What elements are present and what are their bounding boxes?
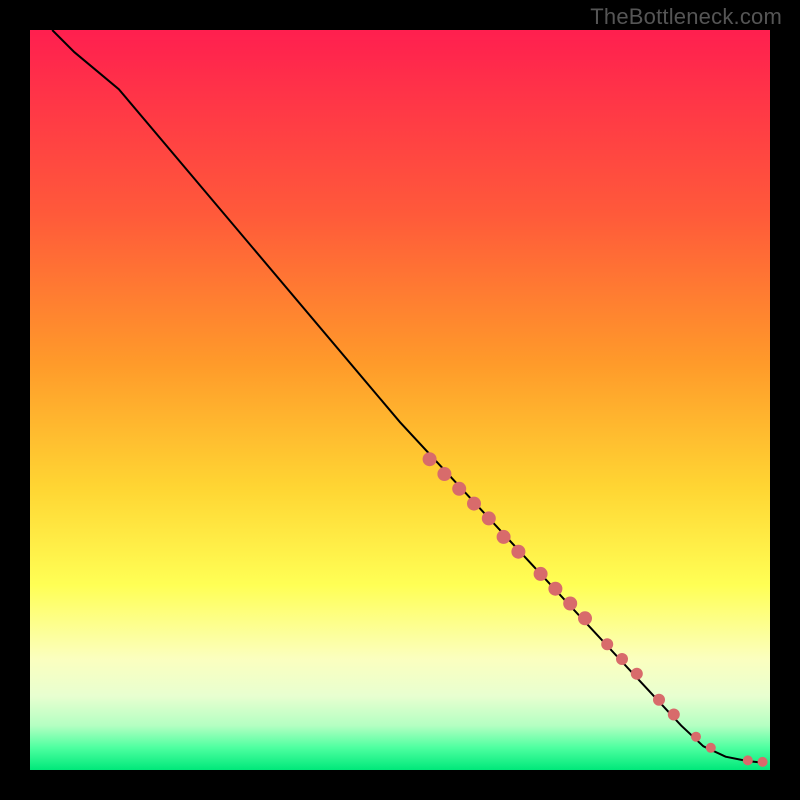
data-point	[437, 467, 451, 481]
data-point	[706, 743, 716, 753]
data-point	[534, 567, 548, 581]
data-point	[548, 582, 562, 596]
data-point	[511, 545, 525, 559]
data-point	[482, 511, 496, 525]
plot-area	[30, 30, 770, 770]
data-point	[601, 638, 613, 650]
data-point	[616, 653, 628, 665]
data-point	[467, 497, 481, 511]
data-point	[497, 530, 511, 544]
gradient-background	[30, 30, 770, 770]
data-point	[563, 597, 577, 611]
data-point	[691, 732, 701, 742]
chart-svg	[30, 30, 770, 770]
data-point	[452, 482, 466, 496]
watermark-text: TheBottleneck.com	[590, 4, 782, 30]
data-point	[578, 611, 592, 625]
data-point	[653, 694, 665, 706]
data-point	[743, 755, 753, 765]
data-point	[631, 668, 643, 680]
chart-container: TheBottleneck.com	[0, 0, 800, 800]
data-point	[758, 757, 768, 767]
data-point	[423, 452, 437, 466]
data-point	[668, 709, 680, 721]
